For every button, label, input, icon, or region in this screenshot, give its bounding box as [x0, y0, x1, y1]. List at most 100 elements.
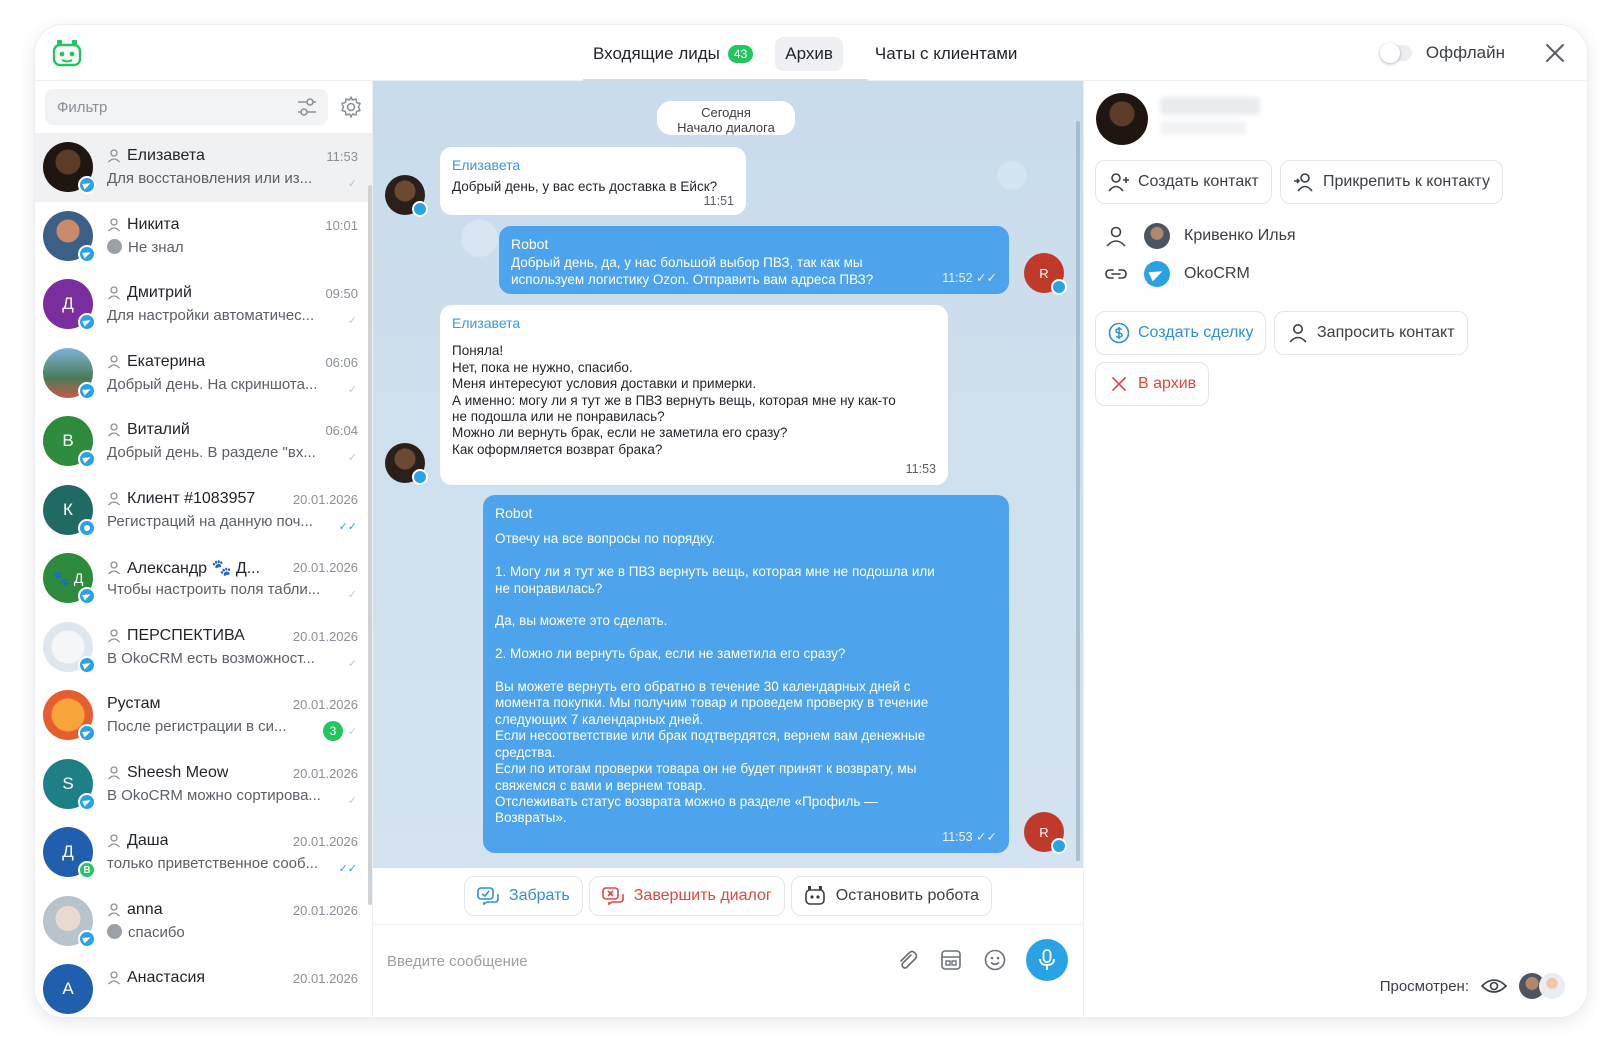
- telegram-icon: [412, 469, 428, 485]
- chat-name-row: Елизавета: [107, 147, 205, 165]
- message-input[interactable]: [387, 949, 857, 973]
- tab-client-chats[interactable]: Чаты с клиентами: [865, 37, 1027, 71]
- close-icon[interactable]: [1543, 41, 1567, 65]
- template-icon[interactable]: [939, 948, 963, 972]
- create-deal-label: Создать сделку: [1138, 324, 1254, 341]
- read-check-icon: ✓✓: [338, 520, 357, 533]
- chat-item[interactable]: Елизавета 11:53 Для восстановления или и…: [35, 133, 372, 202]
- chat-item[interactable]: ДB Даша 20.01.2026 только приветственное…: [35, 818, 372, 887]
- chat-name-row: Анастасия: [107, 969, 205, 987]
- avatar: [43, 347, 96, 400]
- avatar-initial: А: [62, 979, 74, 998]
- message-composer: [373, 924, 1083, 1017]
- chat-name-row: Рустам: [107, 695, 161, 713]
- to-archive-label: В архив: [1138, 375, 1197, 392]
- chat-name: Виталий: [127, 421, 190, 438]
- avatar: [43, 621, 96, 674]
- responsible-name[interactable]: Кривенко Илья: [1184, 227, 1296, 245]
- tab-incoming-leads-label: Входящие лиды: [593, 44, 720, 63]
- create-contact-button[interactable]: Создать контакт: [1095, 160, 1272, 204]
- chat-item[interactable]: ПЕРСПЕКТИВА 20.01.2026 В OkoCRM есть воз…: [35, 613, 372, 682]
- chat-name: anna: [127, 900, 163, 918]
- chat-name-row: Клиент #1083957: [107, 490, 255, 508]
- conversation-scrollbar[interactable]: [1076, 121, 1080, 861]
- finish-chat-icon: [601, 887, 624, 906]
- chat-preview: Для восстановления или из...: [107, 170, 313, 187]
- chat-preview: После регистрации в си...: [107, 718, 287, 735]
- person-icon: [108, 834, 120, 848]
- chat-item[interactable]: 🐾 Д Александр 🐾 Д... 20.01.2026 Чтобы на…: [35, 544, 372, 613]
- stop-robot-button[interactable]: Остановить робота: [790, 876, 993, 916]
- robot-icon: [804, 886, 825, 905]
- message-author-avatar: [385, 443, 428, 485]
- chat-name: Рустам: [107, 695, 161, 712]
- telegram-icon: [1051, 838, 1067, 854]
- finish-dialog-button[interactable]: Завершить диалог: [588, 876, 785, 916]
- chat-item[interactable]: К Клиент #1083957 20.01.2026 Регистраций…: [35, 476, 372, 545]
- message-time-value: 11:53: [942, 829, 973, 844]
- chat-name-row: Дмитрий: [107, 284, 192, 302]
- avatar-initial: В: [62, 431, 74, 450]
- chat-item[interactable]: В Виталий 06:04 Добрый день. В разделе "…: [35, 407, 372, 476]
- chat-item[interactable]: S Sheesh Meow 20.01.2026 В OkoCRM можно …: [35, 750, 372, 819]
- filter-settings-icon[interactable]: [296, 97, 318, 117]
- request-contact-button[interactable]: Запросить контакт: [1274, 311, 1468, 355]
- person-icon: [108, 902, 120, 916]
- read-check-icon: ✓: [347, 452, 357, 464]
- chat-item[interactable]: anna 20.01.2026 спасибо: [35, 887, 372, 956]
- microphone-button[interactable]: [1026, 939, 1068, 981]
- read-check-icon: ✓✓: [976, 829, 997, 844]
- chat-preview: Чтобы настроить поля табли...: [107, 581, 321, 598]
- robot-logo-icon[interactable]: [52, 39, 82, 67]
- add-user-icon: [1108, 173, 1129, 192]
- paperclip-icon[interactable]: [895, 948, 919, 972]
- chat-item[interactable]: А Анастасия 20.01.2026: [35, 955, 372, 1017]
- gear-icon[interactable]: [339, 95, 363, 119]
- telegram-icon: [78, 724, 96, 742]
- chat-preview: Добрый день. В разделе "вх...: [107, 444, 316, 461]
- incoming-message: Елизавета Поняла! Нет, пока не нужно, сп…: [440, 305, 948, 485]
- reply-icon: [107, 923, 122, 939]
- telegram-icon: [412, 201, 428, 217]
- telegram-icon: [78, 929, 96, 948]
- person-icon: [108, 286, 120, 300]
- chat-preview: Добрый день. На скриншота...: [107, 375, 318, 393]
- chat-item[interactable]: Д Дмитрий 09:50 Для настройки автоматиче…: [35, 270, 372, 339]
- avatar: К: [43, 484, 96, 537]
- telegram-icon: [78, 792, 96, 811]
- message-author: Елизавета: [452, 157, 521, 173]
- chat-name: Анастасия: [127, 969, 206, 986]
- chat-item[interactable]: Никита 10:01 Не знал: [35, 202, 372, 271]
- attach-contact-button[interactable]: Прикрепить к контакту: [1280, 160, 1503, 204]
- telegram-icon: [78, 381, 96, 400]
- chat-name: Дмитрий: [127, 284, 192, 301]
- conversation-area: Сегодня Начало диалога Елизавета Добрый …: [373, 81, 1083, 868]
- robot-avatar: R: [1024, 253, 1067, 295]
- chat-name: Александр 🐾 Д...: [127, 560, 261, 577]
- avatar: [43, 895, 96, 948]
- chat-list-scrollbar[interactable]: [368, 185, 372, 905]
- tab-incoming-leads[interactable]: Входящие лиды 43: [583, 37, 763, 71]
- chat-preview: Регистраций на данную поч...: [107, 512, 313, 530]
- chat-item[interactable]: Рустам 20.01.2026 После регистрации в си…: [35, 681, 372, 750]
- avatar-initial: Д: [62, 842, 74, 861]
- person-icon: [108, 217, 120, 231]
- dollar-icon: [1108, 322, 1130, 344]
- tab-archive[interactable]: Архив: [775, 37, 843, 71]
- chat-time: 20.01.2026: [292, 834, 358, 849]
- create-deal-button[interactable]: Создать сделку: [1095, 311, 1267, 355]
- online-toggle[interactable]: [1379, 43, 1412, 63]
- telegram-icon: [78, 176, 96, 194]
- person-icon: [108, 765, 120, 779]
- filter-input[interactable]: Фильтр: [45, 89, 328, 125]
- emoji-icon[interactable]: [983, 948, 1007, 972]
- read-check-icon: ✓: [347, 589, 357, 601]
- avatar: 🐾 Д: [43, 553, 96, 605]
- status-label: Оффлайн: [1425, 43, 1505, 62]
- chat-preview: Не знал: [107, 238, 184, 256]
- channel-row: OkoCRM: [1104, 261, 1250, 287]
- take-button[interactable]: Забрать: [463, 876, 583, 916]
- channel-name[interactable]: OkoCRM: [1184, 265, 1250, 283]
- to-archive-button[interactable]: В архив: [1095, 362, 1210, 406]
- chat-item[interactable]: Екатерина 06:06 Добрый день. На скриншот…: [35, 339, 372, 408]
